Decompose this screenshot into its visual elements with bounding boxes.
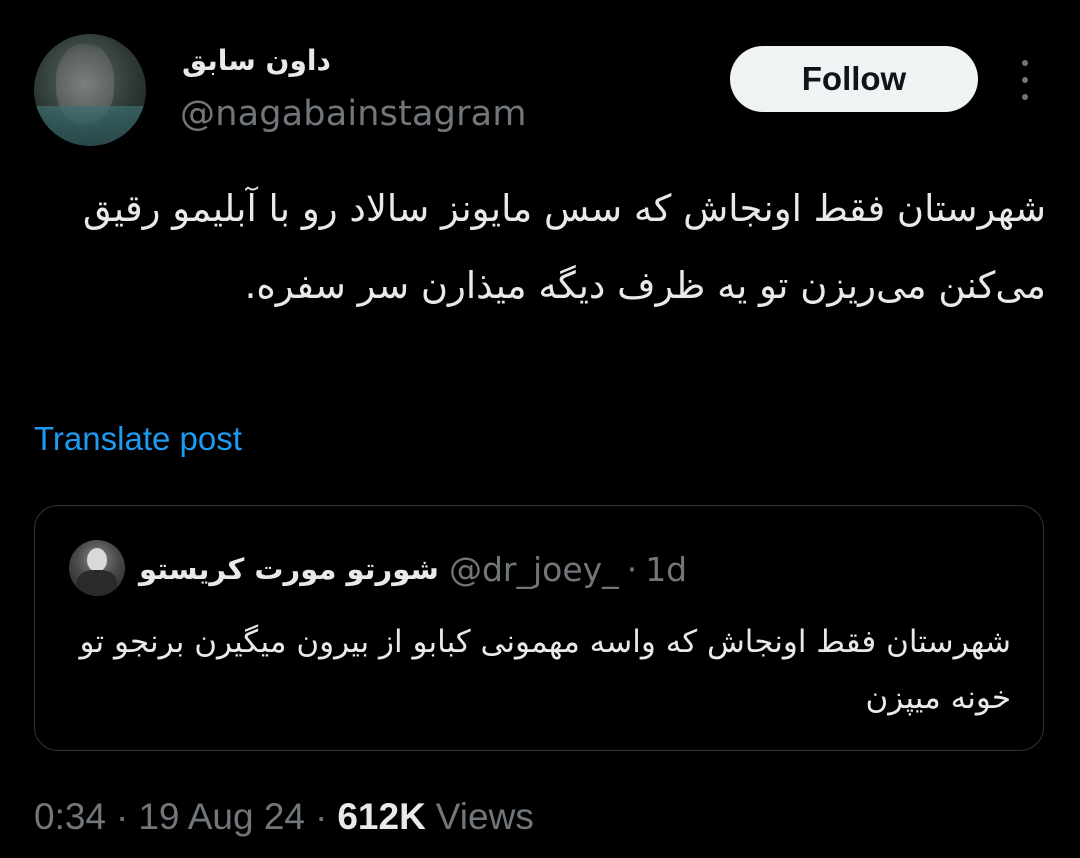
quoted-tweet-card[interactable]: شورتو مورت کریستو @dr_joey_ · 1d شهرستان… [34,505,1044,751]
author-display-name[interactable]: داون سابق [182,44,331,77]
meta-separator: · [116,796,129,837]
more-options-dot [1022,77,1028,83]
tweet-text: شهرستان فقط اونجاش که سس مایونز سالاد رو… [71,187,1046,307]
avatar-body [77,570,117,596]
avatar-background [34,106,146,146]
quoted-timestamp[interactable]: 1d [645,550,687,589]
quoted-author-display-name[interactable]: شورتو مورت کریستو [139,552,439,586]
more-options-dot [1022,94,1028,100]
quoted-separator: · [626,549,638,589]
views-label: Views [435,796,534,837]
meta-separator: · [315,796,328,837]
tweet-metadata: 0:34 · 19 Aug 24 · 612K Views [34,796,534,838]
author-avatar[interactable] [34,34,146,146]
avatar-head [87,548,107,572]
follow-button[interactable]: Follow [730,46,978,112]
more-options-icon[interactable] [1010,60,1040,100]
quoted-author-avatar[interactable] [69,540,125,596]
views-count[interactable]: 612K [337,796,425,838]
more-options-dot [1022,60,1028,66]
post-time[interactable]: 0:34 [34,796,106,838]
author-handle[interactable]: @nagabainstagram [180,94,527,134]
quoted-author-handle[interactable]: @dr_joey_ [449,550,619,589]
translate-post-link[interactable]: Translate post [34,420,242,458]
post-date[interactable]: 19 Aug 24 [138,796,305,838]
quoted-tweet-header: شورتو مورت کریستو @dr_joey_ · 1d [139,544,687,594]
quoted-tweet-text: شهرستان فقط اونجاش که واسه مهمونی کبابو … [79,624,1011,716]
